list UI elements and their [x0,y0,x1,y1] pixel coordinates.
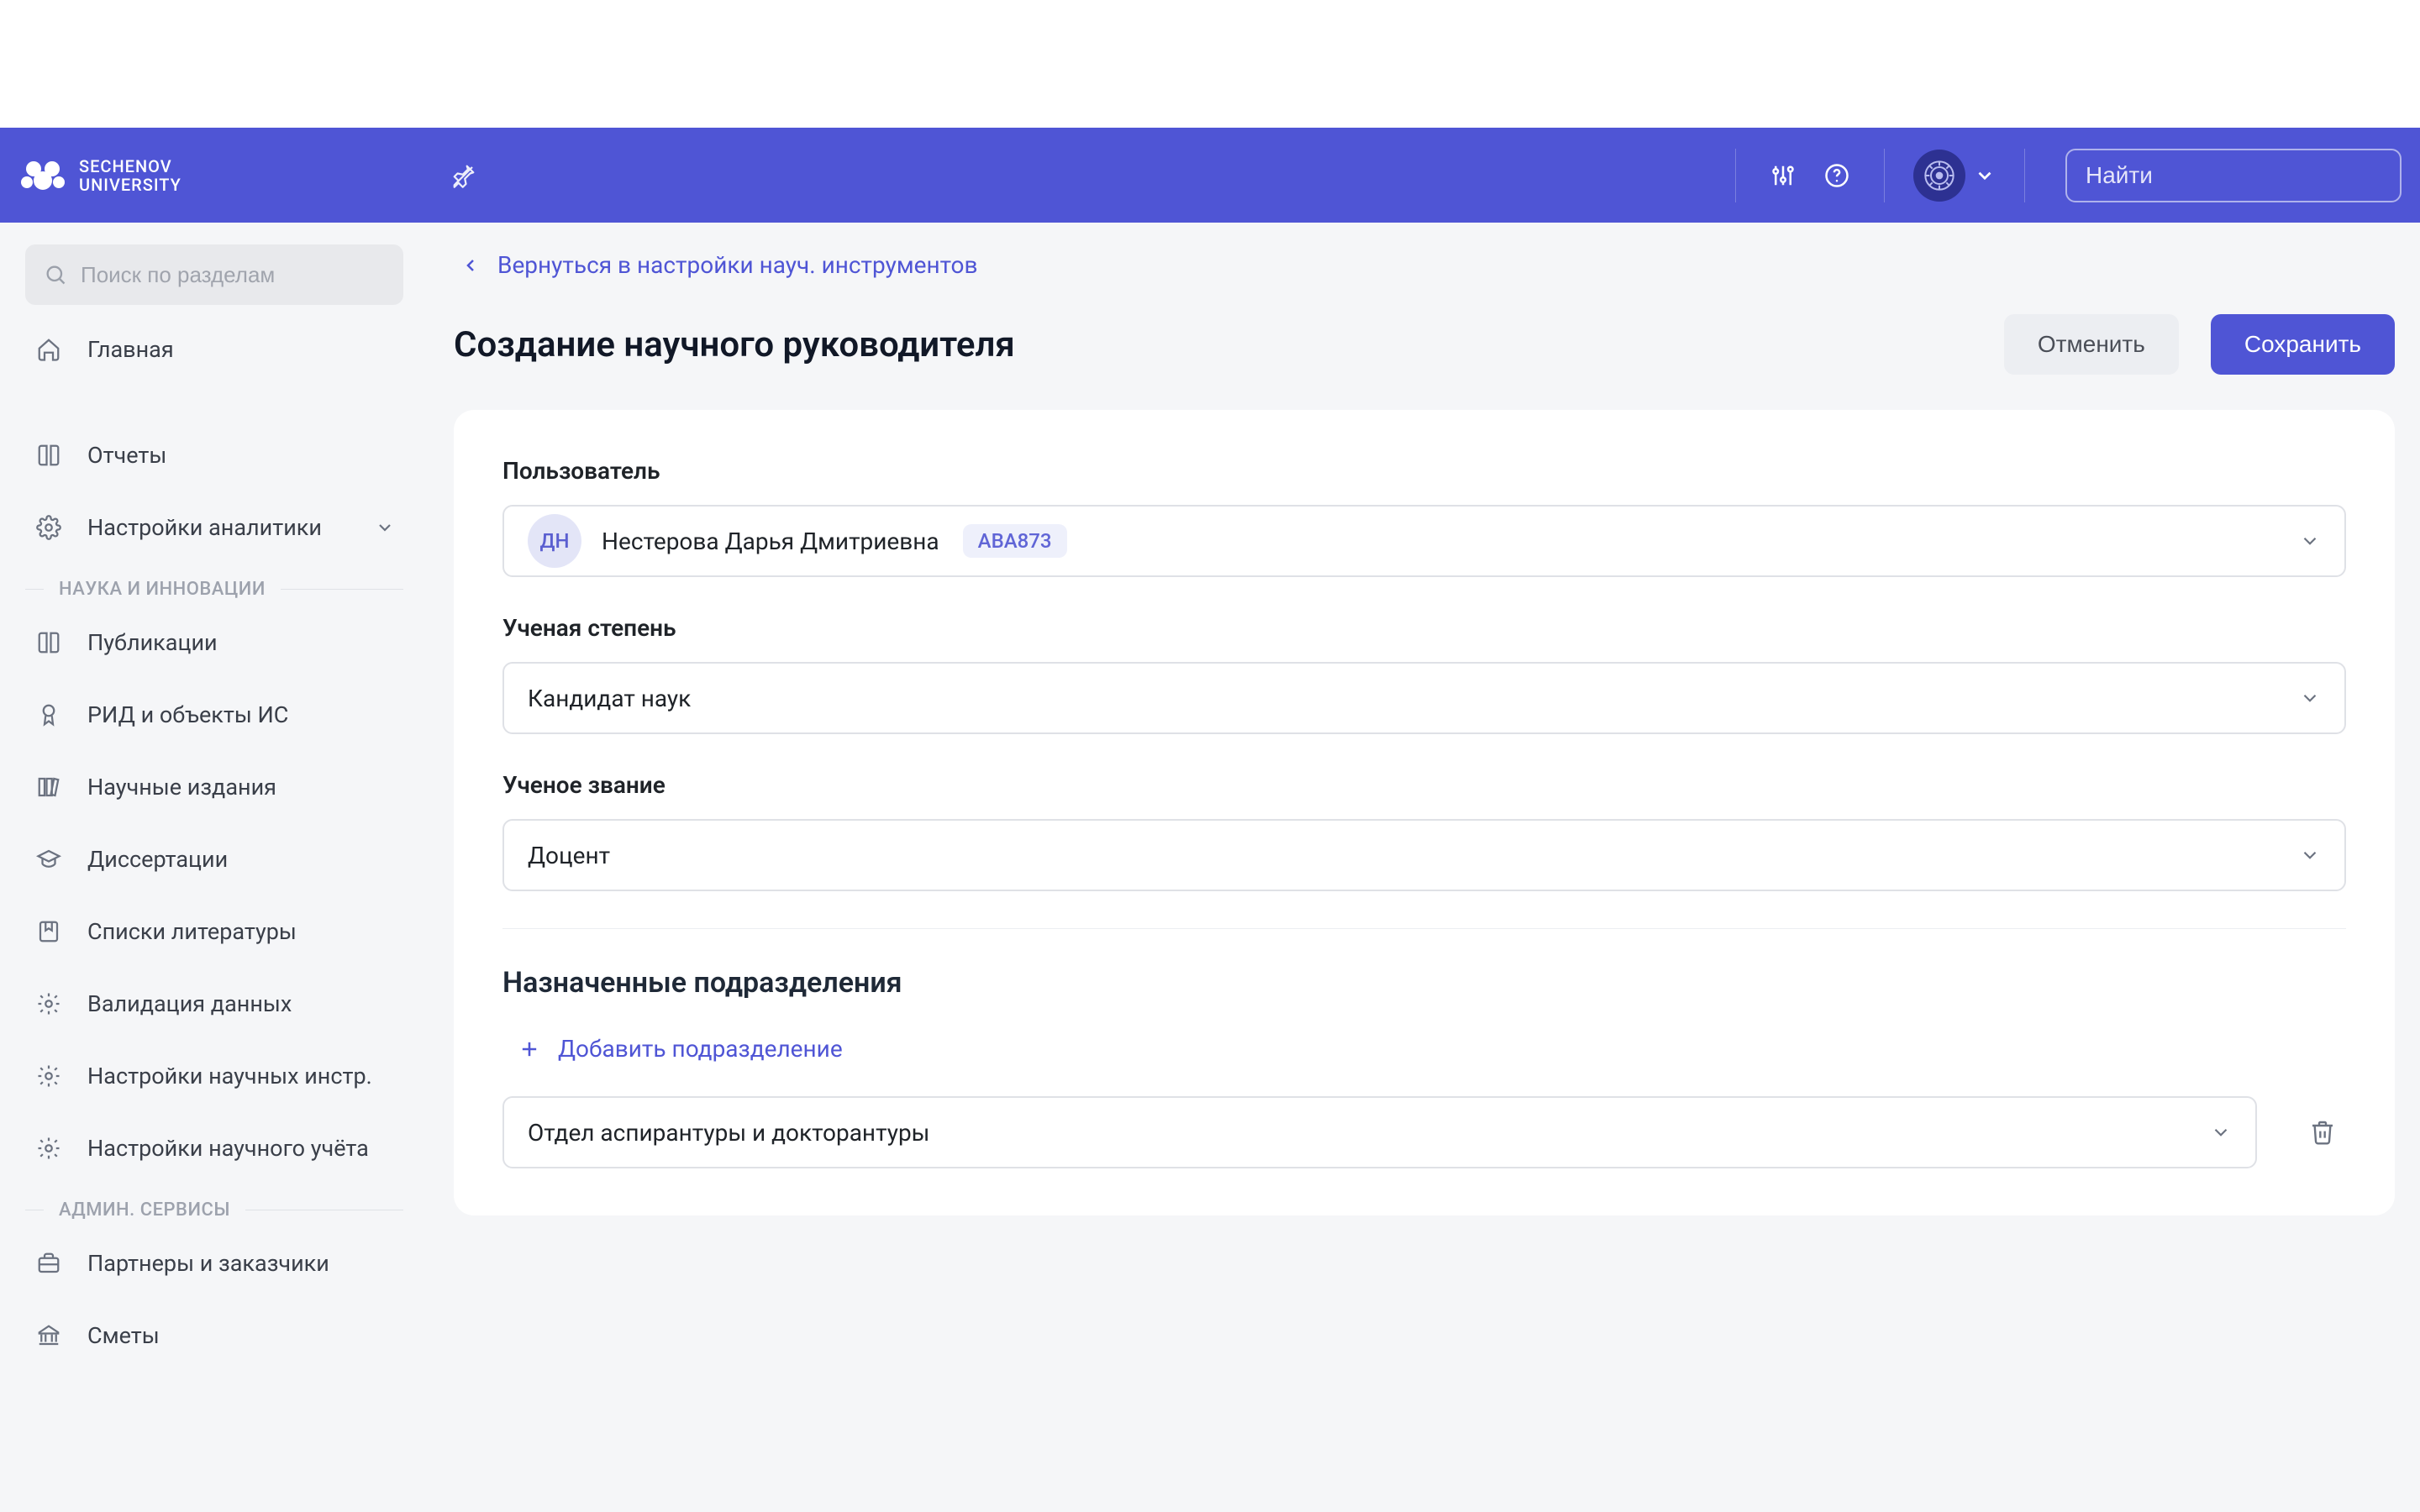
save-button[interactable]: Сохранить [2211,314,2395,375]
user-avatar: ДН [528,514,581,568]
bookmark-icon [34,919,64,944]
department-select[interactable]: Отдел аспирантуры и докторантуры [502,1096,2257,1168]
logo-icon [18,157,67,194]
user-code-badge: ABA873 [963,524,1067,558]
chevron-down-icon [2299,844,2321,866]
sidebar-search[interactable] [25,244,403,305]
sidebar-item-label: РИД и объекты ИС [87,701,288,728]
sidebar-item-home[interactable]: Главная [25,313,403,386]
sidebar-item-sci-account[interactable]: Настройки научного учёта [25,1112,403,1184]
chevron-down-icon [1974,165,1996,186]
help-icon[interactable] [1810,149,1864,202]
search-icon [44,263,67,286]
rank-value: Доцент [528,842,610,869]
sidebar-item-label: Партнеры и заказчики [87,1250,329,1277]
chevron-left-icon [460,255,481,276]
user-menu[interactable] [1905,150,2004,202]
sidebar-item-label: Отчеты [87,442,166,469]
rank-field-label: Ученое звание [502,771,2346,799]
gear-icon [34,1063,64,1089]
trash-icon [2309,1119,2336,1146]
user-select[interactable]: ДН Нестерова Дарья Дмитриевна ABA873 [502,505,2346,577]
app-header: SECHENOV UNIVERSITY [0,128,2420,223]
rank-select[interactable]: Доцент [502,819,2346,891]
sidebar-item-smety[interactable]: Сметы [25,1299,403,1372]
sidebar-section-science: НАУКА И ИННОВАЦИИ [25,579,403,600]
gear-icon [34,515,64,540]
degree-value: Кандидат наук [528,685,691,712]
gear-icon [34,991,64,1016]
back-link-label: Вернуться в настройки науч. инструментов [497,251,977,279]
sidebar: Главная Отчеты Настройки аналитики [0,223,429,1512]
chevron-down-icon [375,517,395,538]
add-department-button[interactable]: Добавить подразделение [518,1035,2346,1063]
page-title: Создание научного руководителя [454,324,1015,365]
logo-text: SECHENOV UNIVERSITY [79,157,182,194]
sidebar-item-label: Настройки научного учёта [87,1135,369,1162]
sidebar-item-label: Настройки научных инстр. [87,1063,372,1089]
sidebar-item-publications[interactable]: Публикации [25,606,403,679]
delete-department-button[interactable] [2299,1109,2346,1156]
degree-field-label: Ученая степень [502,614,2346,642]
gear-icon [34,1136,64,1161]
department-value: Отдел аспирантуры и докторантуры [528,1119,929,1147]
header-search[interactable] [2065,149,2402,202]
main-content: Вернуться в настройки науч. инструментов… [429,223,2420,1512]
sidebar-item-label: Настройки аналитики [87,514,322,541]
avatar-icon [1913,150,1965,202]
whitespace-top [0,0,2420,128]
sidebar-item-dissertations[interactable]: Диссертации [25,823,403,895]
divider [502,928,2346,929]
sidebar-item-sci-instruments[interactable]: Настройки научных инстр. [25,1040,403,1112]
logo[interactable]: SECHENOV UNIVERSITY [18,157,182,194]
user-field-label: Пользователь [502,457,2346,485]
sidebar-item-analytics-settings[interactable]: Настройки аналитики [25,491,403,564]
bank-icon [34,1323,64,1348]
user-fullname: Нестерова Дарья Дмитриевна [602,528,939,555]
chevron-down-icon [2299,530,2321,552]
book-icon [34,630,64,655]
sidebar-item-label: Главная [87,336,174,363]
home-icon [34,337,64,362]
sidebar-item-label: Сметы [87,1322,160,1349]
chevron-down-icon [2210,1121,2232,1143]
header-search-input[interactable] [2086,162,2389,189]
sidebar-item-label: Списки литературы [87,918,297,945]
sidebar-item-reports[interactable]: Отчеты [25,419,403,491]
plus-icon [518,1037,541,1061]
cancel-button[interactable]: Отменить [2004,314,2179,375]
back-link[interactable]: Вернуться в настройки науч. инструментов [460,251,2395,279]
form-card: Пользователь ДН Нестерова Дарья Дмитриев… [454,410,2395,1215]
sidebar-item-literature[interactable]: Списки литературы [25,895,403,968]
degree-select[interactable]: Кандидат наук [502,662,2346,734]
sidebar-item-label: Диссертации [87,846,228,873]
sidebar-search-input[interactable] [81,262,385,288]
add-department-label: Добавить подразделение [558,1035,843,1063]
sidebar-item-partial[interactable] [25,394,403,419]
sidebar-item-editions[interactable]: Научные издания [25,751,403,823]
book-icon [34,443,64,468]
sidebar-item-rid[interactable]: РИД и объекты ИС [25,679,403,751]
graduation-icon [34,847,64,872]
award-icon [34,702,64,727]
sliders-icon[interactable] [1756,149,1810,202]
sidebar-item-validation[interactable]: Валидация данных [25,968,403,1040]
chevron-down-icon [2299,687,2321,709]
sidebar-item-partners[interactable]: Партнеры и заказчики [25,1227,403,1299]
sidebar-item-label: Научные издания [87,774,276,801]
library-icon [34,774,64,800]
departments-section-title: Назначенные подразделения [502,966,2346,1000]
pin-icon[interactable] [447,159,481,192]
sidebar-item-label: Валидация данных [87,990,292,1017]
briefcase-icon [34,1251,64,1276]
sidebar-item-label: Публикации [87,629,218,656]
sidebar-section-admin: АДМИН. СЕРВИСЫ [25,1200,403,1221]
